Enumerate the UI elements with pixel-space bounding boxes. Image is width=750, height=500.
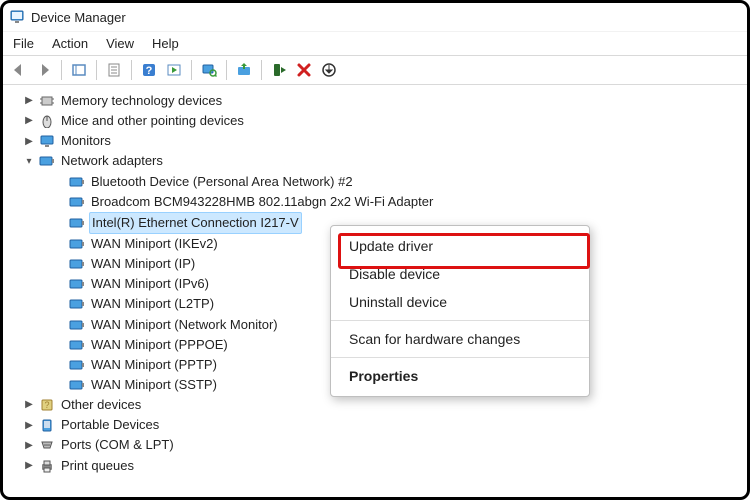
back-button[interactable] bbox=[7, 58, 31, 82]
tree-item-mice[interactable]: ▶ Mice and other pointing devices bbox=[21, 111, 747, 131]
toolbar-separator bbox=[261, 60, 262, 80]
tree-label: WAN Miniport (SSTP) bbox=[89, 375, 219, 395]
caret-right-icon[interactable]: ▶ bbox=[23, 438, 35, 454]
network-adapter-icon bbox=[69, 277, 85, 291]
tree-label: Bluetooth Device (Personal Area Network)… bbox=[89, 172, 355, 192]
monitor-icon bbox=[39, 134, 55, 148]
tree-item-other-devices[interactable]: ▶ ? Other devices bbox=[21, 395, 747, 415]
caret-right-icon[interactable]: ▶ bbox=[23, 93, 35, 109]
tree-label: WAN Miniport (PPTP) bbox=[89, 355, 219, 375]
window-title: Device Manager bbox=[31, 10, 126, 25]
toolbar-separator bbox=[191, 60, 192, 80]
menu-file[interactable]: File bbox=[13, 36, 34, 51]
menu-action[interactable]: Action bbox=[52, 36, 88, 51]
caret-right-icon[interactable]: ▶ bbox=[23, 418, 35, 434]
unknown-device-icon: ? bbox=[39, 398, 55, 412]
tree-label: Mice and other pointing devices bbox=[59, 111, 246, 131]
toolbar: ? bbox=[3, 55, 747, 85]
mouse-icon bbox=[39, 114, 55, 128]
tree-item-print-queues[interactable]: ▶ Print queues bbox=[21, 456, 747, 476]
tree-label: Print queues bbox=[59, 456, 136, 476]
titlebar: Device Manager bbox=[3, 3, 747, 31]
tree-item-bluetooth-pan[interactable]: ▶Bluetooth Device (Personal Area Network… bbox=[43, 172, 747, 192]
network-adapter-icon bbox=[39, 154, 55, 168]
tree-item-ports[interactable]: ▶ Ports (COM & LPT) bbox=[21, 435, 747, 455]
caret-right-icon[interactable]: ▶ bbox=[23, 397, 35, 413]
tree-label: Network adapters bbox=[59, 151, 165, 171]
uninstall-button[interactable] bbox=[292, 58, 316, 82]
disable-button[interactable] bbox=[267, 58, 291, 82]
context-disable-device[interactable]: Disable device bbox=[331, 260, 589, 288]
network-adapter-icon bbox=[69, 338, 85, 352]
tree-label: WAN Miniport (IKEv2) bbox=[89, 234, 220, 254]
tree-label: Memory technology devices bbox=[59, 91, 224, 111]
chip-icon bbox=[39, 94, 55, 108]
tree-label: Intel(R) Ethernet Connection I217-V bbox=[89, 212, 302, 234]
network-adapter-icon bbox=[69, 318, 85, 332]
caret-right-icon[interactable]: ▶ bbox=[23, 134, 35, 150]
tree-label: WAN Miniport (IPv6) bbox=[89, 274, 211, 294]
network-adapter-icon bbox=[69, 195, 85, 209]
tree-item-broadcom-wifi[interactable]: ▶Broadcom BCM943228HMB 802.11abgn 2x2 Wi… bbox=[43, 192, 747, 212]
context-update-driver[interactable]: Update driver bbox=[331, 232, 589, 260]
svg-text:?: ? bbox=[146, 65, 153, 77]
tree-label: WAN Miniport (PPPOE) bbox=[89, 335, 230, 355]
menu-help[interactable]: Help bbox=[152, 36, 179, 51]
port-icon bbox=[39, 438, 55, 452]
forward-button[interactable] bbox=[32, 58, 56, 82]
network-adapter-icon bbox=[69, 297, 85, 311]
tree-item-portable-devices[interactable]: ▶ Portable Devices bbox=[21, 415, 747, 435]
network-adapter-icon bbox=[69, 237, 85, 251]
enable-button[interactable] bbox=[317, 58, 341, 82]
portable-device-icon bbox=[39, 418, 55, 432]
properties-button[interactable] bbox=[102, 58, 126, 82]
network-adapter-icon bbox=[69, 175, 85, 189]
toolbar-separator bbox=[226, 60, 227, 80]
context-menu: Update driver Disable device Uninstall d… bbox=[330, 225, 590, 397]
network-adapter-icon bbox=[69, 216, 85, 230]
svg-text:?: ? bbox=[44, 400, 49, 410]
tree-label: WAN Miniport (L2TP) bbox=[89, 294, 216, 314]
tree-label: WAN Miniport (Network Monitor) bbox=[89, 315, 280, 335]
device-manager-icon bbox=[9, 9, 25, 25]
context-uninstall-device[interactable]: Uninstall device bbox=[331, 288, 589, 316]
tree-label: Other devices bbox=[59, 395, 143, 415]
tree-item-memory[interactable]: ▶ Memory technology devices bbox=[21, 91, 747, 111]
menubar: File Action View Help bbox=[3, 31, 747, 55]
printer-icon bbox=[39, 459, 55, 473]
tree-label: Broadcom BCM943228HMB 802.11abgn 2x2 Wi-… bbox=[89, 192, 435, 212]
action-button[interactable] bbox=[162, 58, 186, 82]
context-separator bbox=[331, 320, 589, 321]
toolbar-separator bbox=[131, 60, 132, 80]
show-hidden-button[interactable] bbox=[67, 58, 91, 82]
network-adapter-icon bbox=[69, 378, 85, 392]
scan-button[interactable] bbox=[197, 58, 221, 82]
network-adapter-icon bbox=[69, 257, 85, 271]
caret-down-icon[interactable]: ▾ bbox=[23, 154, 35, 170]
context-properties[interactable]: Properties bbox=[331, 362, 589, 390]
tree-label: Portable Devices bbox=[59, 415, 161, 435]
tree-label: Monitors bbox=[59, 131, 113, 151]
network-adapter-icon bbox=[69, 358, 85, 372]
help-button[interactable]: ? bbox=[137, 58, 161, 82]
update-driver-button[interactable] bbox=[232, 58, 256, 82]
tree-item-network-adapters[interactable]: ▾ Network adapters bbox=[21, 151, 747, 171]
toolbar-separator bbox=[96, 60, 97, 80]
tree-label: Ports (COM & LPT) bbox=[59, 435, 176, 455]
tree-item-monitors[interactable]: ▶ Monitors bbox=[21, 131, 747, 151]
context-scan-hardware[interactable]: Scan for hardware changes bbox=[331, 325, 589, 353]
toolbar-separator bbox=[61, 60, 62, 80]
menu-view[interactable]: View bbox=[106, 36, 134, 51]
tree-label: WAN Miniport (IP) bbox=[89, 254, 197, 274]
context-separator bbox=[331, 357, 589, 358]
caret-right-icon[interactable]: ▶ bbox=[23, 458, 35, 474]
caret-right-icon[interactable]: ▶ bbox=[23, 113, 35, 129]
